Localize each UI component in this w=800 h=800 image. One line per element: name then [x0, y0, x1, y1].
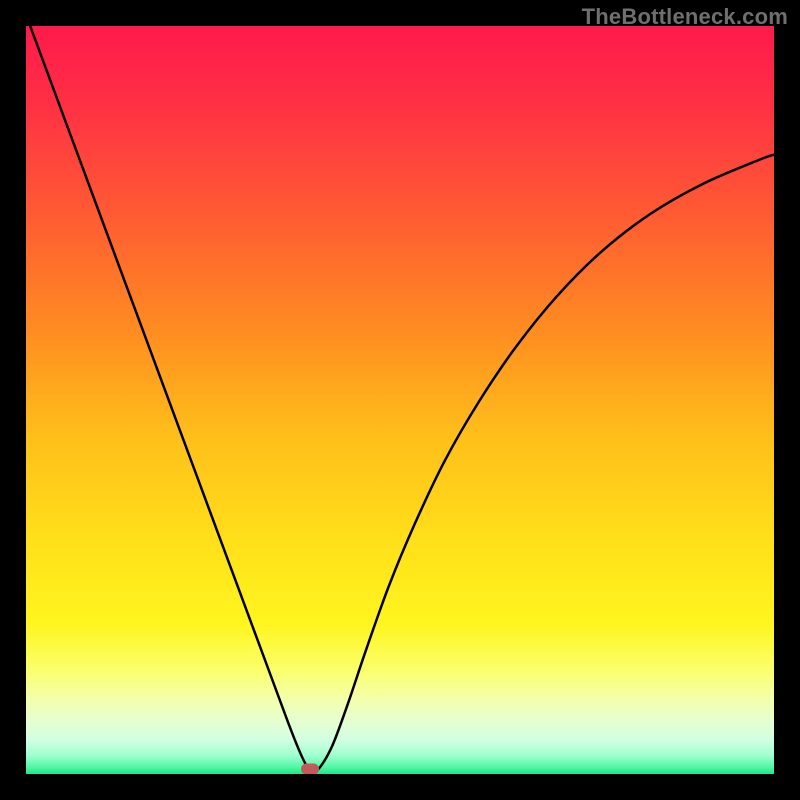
curve-path [26, 26, 774, 773]
minimum-marker [301, 763, 319, 774]
plot-area [26, 26, 774, 774]
chart-frame: TheBottleneck.com [0, 0, 800, 800]
watermark-text: TheBottleneck.com [582, 4, 788, 30]
curve-layer [26, 26, 774, 774]
